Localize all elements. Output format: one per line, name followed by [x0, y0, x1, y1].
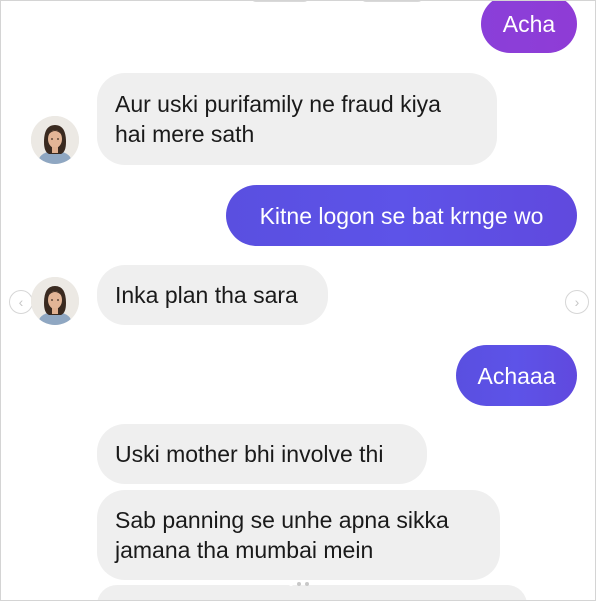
carousel-dot	[289, 582, 293, 586]
message-bubble-outgoing[interactable]: Kitne logon se bat krnge wo	[226, 185, 577, 246]
carousel-indicator	[289, 582, 309, 586]
message-text: Kitne logon se bat krnge wo	[259, 202, 544, 229]
contact-avatar[interactable]	[31, 277, 79, 325]
cropped-header-fragment	[251, 1, 531, 4]
message-text: Acha	[502, 11, 556, 37]
message-bubble-incoming[interactable]: Sab panning se unhe apna sikka jamana th…	[97, 490, 500, 580]
message-bubble-incoming[interactable]: Inka plan tha sara	[97, 265, 328, 325]
message-text: Aur uski purifamily ne fraud kiya hai me…	[115, 91, 441, 147]
chevron-right-icon[interactable]: ›	[565, 290, 589, 314]
message-text: Achaaa	[477, 362, 556, 389]
message-text: Uski mother bhi involve thi	[115, 441, 384, 467]
chevron-left-icon[interactable]: ‹	[9, 290, 33, 314]
message-text: Sab panning se unhe apna sikka jamana th…	[115, 507, 449, 563]
message-bubble-incoming-cropped	[97, 585, 527, 600]
message-bubble-outgoing[interactable]: Acha	[481, 1, 577, 53]
next-arrow-glyph: ›	[574, 294, 580, 310]
chat-screenshot: Acha Aur uski purifamily ne fraud kiya h…	[0, 0, 596, 601]
prev-arrow-glyph: ‹	[18, 294, 24, 310]
message-bubble-incoming[interactable]: Uski mother bhi involve thi	[97, 424, 427, 484]
message-text: Inka plan tha sara	[115, 282, 298, 308]
carousel-dot	[297, 582, 301, 586]
contact-avatar[interactable]	[31, 116, 79, 164]
carousel-dot	[305, 582, 309, 586]
avatar-portrait-icon	[31, 277, 79, 325]
message-bubble-incoming[interactable]: Aur uski purifamily ne fraud kiya hai me…	[97, 73, 497, 165]
avatar-portrait-icon	[31, 116, 79, 164]
message-bubble-outgoing[interactable]: Achaaa	[456, 345, 577, 406]
